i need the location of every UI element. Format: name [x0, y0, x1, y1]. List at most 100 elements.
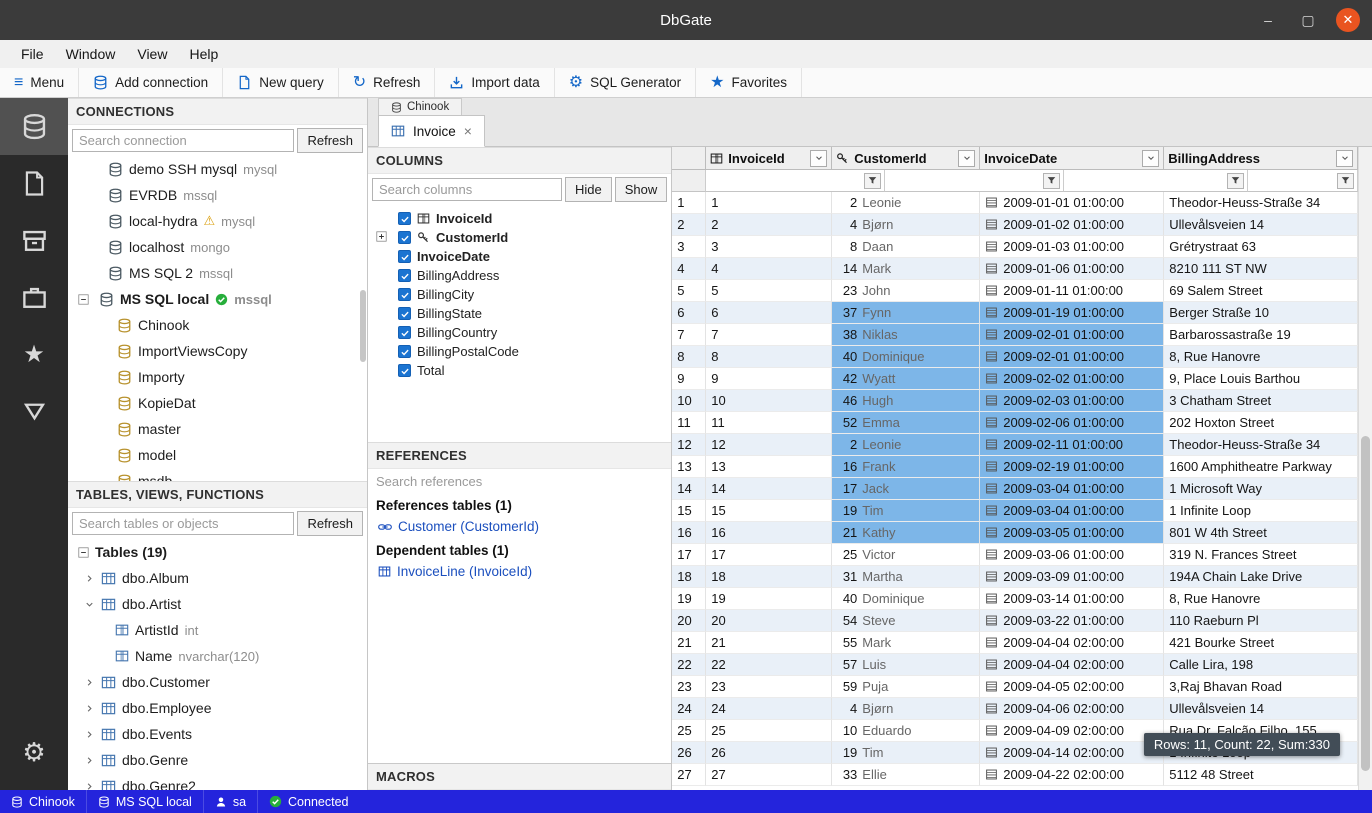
- reference-link-customer[interactable]: Customer (CustomerId): [368, 516, 671, 537]
- cell-billingaddress[interactable]: Calle Lira, 198: [1164, 654, 1358, 676]
- cell-invoicedate[interactable]: 2009-03-09 01:00:00: [980, 566, 1164, 588]
- cell-billingaddress[interactable]: 5112 48 Street: [1164, 764, 1358, 786]
- table-column-item[interactable]: ArtistIdint: [68, 617, 367, 643]
- cell-customerid[interactable]: 31Martha: [832, 566, 980, 588]
- column-header-customerid[interactable]: CustomerId: [832, 147, 980, 170]
- toolbar-button-favorites[interactable]: ★Favorites: [696, 68, 802, 97]
- scrollbar-thumb[interactable]: [1361, 436, 1370, 770]
- cell-customerid[interactable]: 8Daan: [832, 236, 980, 258]
- cell-invoiceid[interactable]: 11: [706, 412, 832, 434]
- connection-item[interactable]: demo SSH mysqlmysql: [68, 156, 367, 182]
- row-number-cell[interactable]: 6: [672, 302, 706, 324]
- connection-item[interactable]: local-hydra⚠mysql: [68, 208, 367, 234]
- cell-invoiceid[interactable]: 12: [706, 434, 832, 456]
- row-number-cell[interactable]: 21: [672, 632, 706, 654]
- statusbar-server[interactable]: MS SQL local: [87, 790, 204, 813]
- row-number-cell[interactable]: 17: [672, 544, 706, 566]
- cell-invoicedate[interactable]: 2009-03-04 01:00:00: [980, 500, 1164, 522]
- checkbox-checked[interactable]: [398, 269, 411, 282]
- rail-archive[interactable]: [0, 212, 68, 269]
- cell-customerid[interactable]: 33Ellie: [832, 764, 980, 786]
- maximize-icon[interactable]: ▢: [1296, 8, 1320, 32]
- chevron-right-icon[interactable]: [84, 573, 95, 584]
- filter-funnel-icon[interactable]: [1337, 173, 1354, 189]
- cell-billingaddress[interactable]: 421 Bourke Street: [1164, 632, 1358, 654]
- table-item[interactable]: dbo.Customer: [68, 669, 367, 695]
- chevron-right-icon[interactable]: [84, 755, 95, 766]
- filter-input[interactable]: [1067, 174, 1227, 188]
- cell-customerid[interactable]: 17Jack: [832, 478, 980, 500]
- filter-input[interactable]: [709, 174, 864, 188]
- toolbar-button-sql-generator[interactable]: ⚙SQL Generator: [555, 68, 696, 97]
- table-item[interactable]: dbo.Events: [68, 721, 367, 747]
- column-check-item[interactable]: BillingCountry: [368, 323, 671, 342]
- cell-billingaddress[interactable]: 8, Rue Hanovre: [1164, 346, 1358, 368]
- cell-invoiceid[interactable]: 4: [706, 258, 832, 280]
- cell-invoicedate[interactable]: 2009-02-06 01:00:00: [980, 412, 1164, 434]
- cell-billingaddress[interactable]: Berger Straße 10: [1164, 302, 1358, 324]
- cell-billingaddress[interactable]: Ullevålsveien 14: [1164, 214, 1358, 236]
- cell-invoicedate[interactable]: 2009-04-09 02:00:00: [980, 720, 1164, 742]
- statusbar-database[interactable]: Chinook: [0, 790, 87, 813]
- cell-customerid[interactable]: 23John: [832, 280, 980, 302]
- database-item[interactable]: ImportViewsCopy: [68, 338, 367, 364]
- column-header-invoiceid[interactable]: InvoiceId: [706, 147, 832, 170]
- row-number-cell[interactable]: 11: [672, 412, 706, 434]
- rail-briefcase[interactable]: [0, 269, 68, 326]
- statusbar-user[interactable]: sa: [204, 790, 258, 813]
- database-item[interactable]: Importy: [68, 364, 367, 390]
- cell-invoiceid[interactable]: 6: [706, 302, 832, 324]
- cell-invoiceid[interactable]: 15: [706, 500, 832, 522]
- cell-invoicedate[interactable]: 2009-03-04 01:00:00: [980, 478, 1164, 500]
- table-item[interactable]: dbo.Genre2: [68, 773, 367, 790]
- table-item[interactable]: dbo.Album: [68, 565, 367, 591]
- chevron-right-icon[interactable]: [84, 729, 95, 740]
- cell-invoiceid[interactable]: 8: [706, 346, 832, 368]
- cell-customerid[interactable]: 52Emma: [832, 412, 980, 434]
- cell-invoiceid[interactable]: 9: [706, 368, 832, 390]
- cell-invoiceid[interactable]: 14: [706, 478, 832, 500]
- cell-invoiceid[interactable]: 10: [706, 390, 832, 412]
- checkbox-checked[interactable]: [398, 307, 411, 320]
- cell-billingaddress[interactable]: Theodor-Heuss-Straße 34: [1164, 192, 1358, 214]
- minimize-icon[interactable]: –: [1256, 8, 1280, 32]
- cell-customerid[interactable]: 4Bjørn: [832, 698, 980, 720]
- close-icon[interactable]: ✕: [1336, 8, 1360, 32]
- cell-billingaddress[interactable]: 194A Chain Lake Drive: [1164, 566, 1358, 588]
- row-number-cell[interactable]: 10: [672, 390, 706, 412]
- menu-window[interactable]: Window: [55, 42, 127, 66]
- row-number-cell[interactable]: 5: [672, 280, 706, 302]
- cell-customerid[interactable]: 59Puja: [832, 676, 980, 698]
- cell-invoiceid[interactable]: 26: [706, 742, 832, 764]
- filter-funnel-icon[interactable]: [1043, 173, 1060, 189]
- row-number-cell[interactable]: 22: [672, 654, 706, 676]
- cell-invoicedate[interactable]: 2009-01-02 01:00:00: [980, 214, 1164, 236]
- cell-invoicedate[interactable]: 2009-04-04 02:00:00: [980, 632, 1164, 654]
- tables-refresh-button[interactable]: Refresh: [297, 511, 363, 536]
- connection-item[interactable]: MS SQL localmssql: [68, 286, 367, 312]
- row-number-cell[interactable]: 2: [672, 214, 706, 236]
- row-number-cell[interactable]: 12: [672, 434, 706, 456]
- column-check-item[interactable]: BillingCity: [368, 285, 671, 304]
- rail-database[interactable]: [0, 98, 68, 155]
- cell-billingaddress[interactable]: 8210 111 ST NW: [1164, 258, 1358, 280]
- cell-billingaddress[interactable]: 8, Rue Hanovre: [1164, 588, 1358, 610]
- database-item[interactable]: msdb: [68, 468, 367, 481]
- row-number-cell[interactable]: 18: [672, 566, 706, 588]
- cell-invoicedate[interactable]: 2009-01-03 01:00:00: [980, 236, 1164, 258]
- cell-invoiceid[interactable]: 17: [706, 544, 832, 566]
- cell-billingaddress[interactable]: 9, Place Louis Barthou: [1164, 368, 1358, 390]
- database-item[interactable]: Chinook: [68, 312, 367, 338]
- cell-billingaddress[interactable]: Ullevålsveien 14: [1164, 698, 1358, 720]
- cell-billingaddress[interactable]: 319 N. Frances Street: [1164, 544, 1358, 566]
- checkbox-checked[interactable]: [398, 250, 411, 263]
- search-columns-input[interactable]: [372, 178, 562, 201]
- cell-customerid[interactable]: 16Frank: [832, 456, 980, 478]
- table-item[interactable]: dbo.Genre: [68, 747, 367, 773]
- cell-invoiceid[interactable]: 24: [706, 698, 832, 720]
- cell-invoicedate[interactable]: 2009-02-01 01:00:00: [980, 346, 1164, 368]
- cell-invoiceid[interactable]: 3: [706, 236, 832, 258]
- cell-billingaddress[interactable]: 801 W 4th Street: [1164, 522, 1358, 544]
- column-check-item[interactable]: Total: [368, 361, 671, 380]
- cell-billingaddress[interactable]: 1 Microsoft Way: [1164, 478, 1358, 500]
